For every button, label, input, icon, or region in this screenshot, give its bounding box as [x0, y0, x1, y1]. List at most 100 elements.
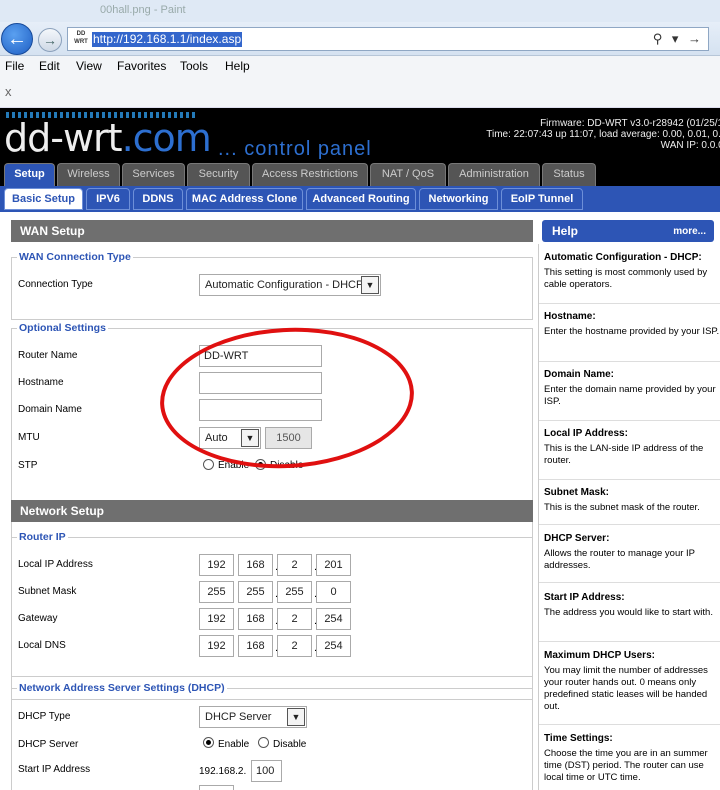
subtab-ddns[interactable]: DDNS [133, 188, 183, 210]
dhcp-enable-radio[interactable] [203, 737, 214, 748]
help-item: Hostname: Enter the hostname provided by … [544, 311, 720, 337]
domain-name-label: Domain Name [18, 404, 82, 415]
url-text[interactable]: http://192.168.1.1/index.asp [92, 32, 243, 47]
optional-settings-legend: Optional Settings [17, 322, 108, 334]
dhcp-type-select[interactable]: DHCP Server ▼ [199, 706, 307, 728]
mtu-label: MTU [18, 432, 40, 443]
tab-services[interactable]: Services [122, 163, 185, 186]
subnet-octet-3[interactable]: 255 [277, 581, 312, 603]
local-ip-octet-2[interactable]: 168 [238, 554, 273, 576]
wan-connection-legend: WAN Connection Type [17, 251, 133, 263]
tab-access-restrictions[interactable]: Access Restrictions [252, 163, 368, 186]
help-panel: Automatic Configuration - DHCP: This sett… [538, 244, 720, 790]
control-panel-title: ... control panel [218, 138, 372, 160]
search-refresh-icon[interactable]: ⚲ ▾ → [653, 31, 704, 47]
local-ip-octet-3[interactable]: 2 [277, 554, 312, 576]
tab-status[interactable]: Status [542, 163, 596, 186]
subtab-basic-setup[interactable]: Basic Setup [4, 188, 83, 210]
subtab-mac-address-clone[interactable]: MAC Address Clone [186, 188, 303, 210]
firmware-info: Firmware: DD-WRT v3.0-r28942 (01/25/16) … [472, 118, 720, 151]
gateway-octet-1[interactable]: 192 [199, 608, 234, 630]
tab-administration[interactable]: Administration [448, 163, 540, 186]
max-dhcp-users-input[interactable] [199, 785, 234, 790]
dns-octet-1[interactable]: 192 [199, 635, 234, 657]
help-item: Start IP Address: The address you would l… [544, 592, 713, 618]
connection-type-select[interactable]: Automatic Configuration - DHCP ▼ [199, 274, 381, 296]
close-icon[interactable]: x [5, 84, 12, 99]
gateway-label: Gateway [18, 613, 58, 624]
help-header: Help more... [542, 220, 714, 242]
dhcp-disable-radio[interactable] [258, 737, 269, 748]
forward-button[interactable]: → [38, 28, 62, 52]
subtab-ipv6[interactable]: IPV6 [86, 188, 130, 210]
help-item: Maximum DHCP Users: You may limit the num… [544, 650, 708, 712]
tab-security[interactable]: Security [187, 163, 250, 186]
main-tabs: Setup Wireless Services Security Access … [0, 160, 720, 186]
dhcp-server-label: DHCP Server [18, 739, 79, 750]
start-ip-prefix: 192.168.2. [199, 766, 247, 777]
local-ip-octet-1[interactable]: 192 [199, 554, 234, 576]
local-ip-octet-4[interactable]: 201 [316, 554, 351, 576]
window-title: 00hall.png - Paint [100, 4, 186, 16]
dhcp-disable-label: Disable [273, 739, 307, 750]
router-ip-legend: Router IP [17, 531, 68, 543]
help-item: Time Settings: Choose the time you are in… [544, 733, 708, 783]
sub-tabs: Basic Setup IPV6 DDNS MAC Address Clone … [0, 186, 720, 212]
wan-ip: WAN IP: 0.0.0.0 [660, 140, 720, 151]
help-item: Subnet Mask: This is the subnet mask of t… [544, 487, 700, 513]
subnet-octet-4[interactable]: 0 [316, 581, 351, 603]
tab-nat-qos[interactable]: NAT / QoS [370, 163, 446, 186]
router-name-label: Router Name [18, 350, 78, 361]
hostname-label: Hostname [18, 377, 64, 388]
stp-label: STP [18, 460, 38, 471]
subtab-advanced-routing[interactable]: Advanced Routing [306, 188, 416, 210]
window-titlebar: 00hall.png - Paint [0, 0, 720, 22]
ddwrt-header: dd-wrt.com ... control panel Firmware: D… [0, 108, 720, 160]
local-ip-label: Local IP Address [18, 559, 93, 570]
menu-tools[interactable]: Tools [180, 59, 208, 73]
help-title: Help [552, 224, 579, 238]
menu-help[interactable]: Help [225, 59, 250, 73]
subnet-mask-label: Subnet Mask [18, 586, 77, 597]
ddwrt-favicon-icon: DD WRT [74, 31, 88, 45]
subnet-octet-2[interactable]: 255 [238, 581, 273, 603]
subtab-networking[interactable]: Networking [419, 188, 498, 210]
dhcp-legend: Network Address Server Settings (DHCP) [17, 682, 227, 694]
chevron-down-icon: ▼ [361, 276, 379, 294]
subnet-octet-1[interactable]: 255 [199, 581, 234, 603]
help-more-link[interactable]: more... [673, 226, 706, 237]
tab-wireless[interactable]: Wireless [57, 163, 120, 186]
toolbar-row: x [0, 78, 720, 108]
wan-setup-header: WAN Setup [11, 220, 533, 242]
menu-file[interactable]: File [5, 59, 24, 73]
connection-type-label: Connection Type [18, 279, 93, 290]
start-ip-input[interactable]: 100 [251, 760, 282, 782]
help-item: Domain Name: Enter the domain name provid… [544, 369, 716, 407]
address-row: ← → DD WRT http://192.168.1.1/index.asp … [0, 22, 720, 56]
help-item: Automatic Configuration - DHCP: This sett… [544, 252, 708, 290]
dns-octet-2[interactable]: 168 [238, 635, 273, 657]
tab-setup[interactable]: Setup [4, 163, 55, 186]
gateway-octet-4[interactable]: 254 [316, 608, 351, 630]
dhcp-enable-label: Enable [218, 739, 250, 750]
menu-favorites[interactable]: Favorites [117, 59, 166, 73]
help-item: DHCP Server: Allows the router to manage … [544, 533, 695, 571]
uptime: Time: 22:07:43 up 11:07, load average: 0… [486, 129, 720, 140]
ddwrt-logo: dd-wrt.com [4, 116, 212, 160]
dns-octet-3[interactable]: 2 [277, 635, 312, 657]
gateway-octet-2[interactable]: 168 [238, 608, 273, 630]
address-bar[interactable]: DD WRT http://192.168.1.1/index.asp ⚲ ▾ … [67, 27, 709, 51]
back-button[interactable]: ← [1, 23, 33, 55]
dns-octet-4[interactable]: 254 [316, 635, 351, 657]
arrow-right-icon: → [43, 32, 57, 48]
chevron-down-icon: ▼ [287, 708, 305, 726]
stp-enable-radio[interactable] [203, 459, 214, 470]
network-setup-header: Network Setup [11, 500, 533, 522]
main-content: WAN Setup WAN Connection Type Connection… [0, 212, 720, 790]
menu-edit[interactable]: Edit [39, 59, 60, 73]
menu-view[interactable]: View [76, 59, 102, 73]
dhcp-type-label: DHCP Type [18, 711, 71, 722]
subtab-eoip-tunnel[interactable]: EoIP Tunnel [501, 188, 583, 210]
gateway-octet-3[interactable]: 2 [277, 608, 312, 630]
local-dns-label: Local DNS [18, 640, 66, 651]
